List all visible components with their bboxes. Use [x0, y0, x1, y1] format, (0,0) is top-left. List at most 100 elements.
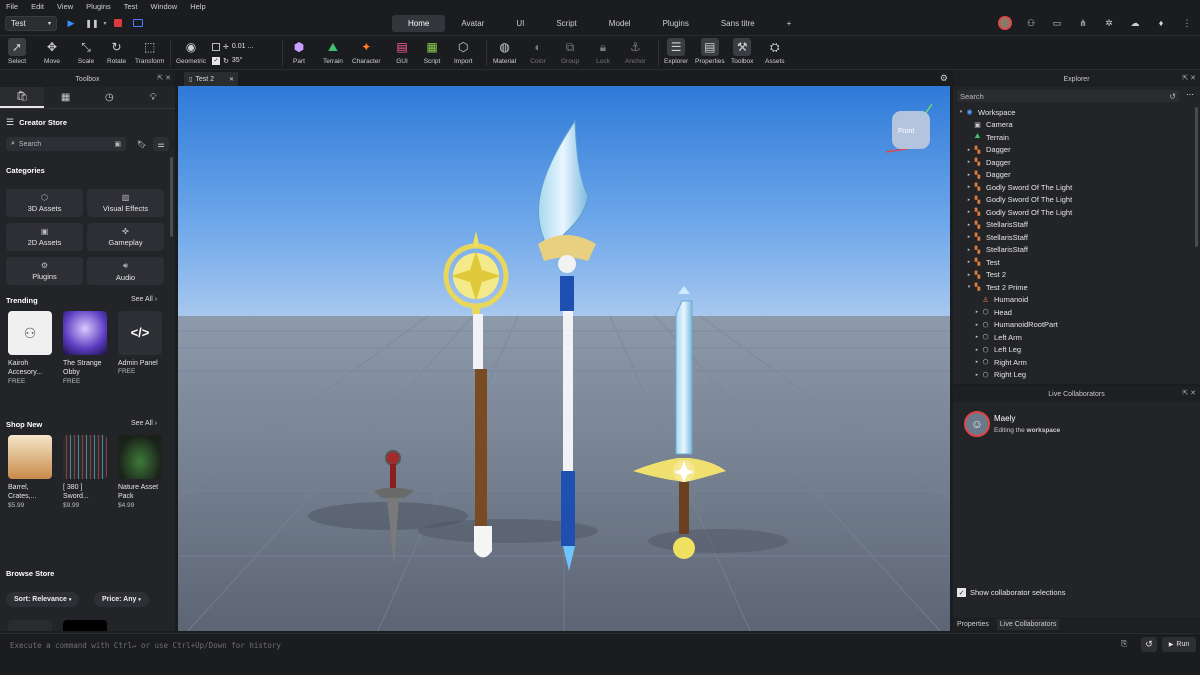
asset-card[interactable]: Barrel, Crates,... $5.99: [8, 435, 54, 511]
stop-icon[interactable]: [112, 17, 124, 29]
tab-live-collaborators[interactable]: Live Collaborators: [996, 618, 1060, 630]
chevron-right-icon[interactable]: ▸: [965, 222, 973, 228]
view-cube-front-label[interactable]: Front: [898, 128, 914, 135]
rotate-tool-button[interactable]: ↻ Rotate: [107, 38, 126, 70]
chevron-right-icon[interactable]: ▸: [973, 359, 981, 365]
tab-script[interactable]: Script: [540, 15, 592, 32]
asset-card[interactable]: </> Admin Panel FREE: [118, 311, 164, 387]
menu-window[interactable]: Window: [151, 2, 178, 11]
history-icon[interactable]: ↺: [1169, 92, 1176, 101]
explorer-item[interactable]: ▸ ⬡ Right Leg: [957, 369, 1193, 382]
explorer-item[interactable]: ▸ ⬡ Left Leg: [957, 344, 1193, 357]
chevron-right-icon[interactable]: ▸: [965, 272, 973, 278]
group-button[interactable]: ⧉ Group: [561, 38, 579, 70]
user-avatar[interactable]: [998, 16, 1012, 30]
menu-plugins[interactable]: Plugins: [86, 2, 111, 11]
chevron-right-icon[interactable]: ▸: [973, 309, 981, 315]
tab-store[interactable]: 🛍︎: [0, 87, 44, 108]
asset-card[interactable]: [ 380 ] Sword... $9.99: [63, 435, 109, 511]
explorer-item[interactable]: ▸ ▚ Test: [957, 256, 1193, 269]
gui-button[interactable]: ▤ GUI: [393, 38, 411, 70]
place-select[interactable]: Test ▾: [5, 16, 57, 31]
explorer-item[interactable]: ▸ ▚ Test 2: [957, 269, 1193, 282]
explorer-item[interactable]: ▸ ⬡ Left Arm: [957, 331, 1193, 344]
device-emulator-icon[interactable]: [132, 17, 144, 29]
run-button[interactable]: ▶ Run: [1162, 637, 1196, 652]
menu-file[interactable]: File: [6, 2, 18, 11]
tab-model[interactable]: Model: [593, 15, 647, 32]
chevron-right-icon[interactable]: ▸: [965, 147, 973, 153]
tab-inventory[interactable]: ▦: [44, 87, 88, 108]
close-icon[interactable]: ✕: [229, 76, 234, 83]
explorer-item[interactable]: ▾ ▚ Test 2 Prime: [957, 281, 1193, 294]
explorer-search-input[interactable]: Search ↺: [957, 90, 1179, 102]
explorer-item[interactable]: ▸ ▚ Godly Sword Of The Light: [957, 181, 1193, 194]
script-button[interactable]: ▦ Script: [423, 38, 441, 70]
chevron-down-icon[interactable]: ▾: [965, 284, 973, 290]
menu-test[interactable]: Test: [124, 2, 138, 11]
menu-help[interactable]: Help: [190, 2, 205, 11]
panel-close-icon[interactable]: ⇱ ✕: [1182, 389, 1196, 397]
explorer-item[interactable]: ▸ ▚ Dagger: [957, 144, 1193, 157]
explorer-item[interactable]: ▾ ◉ Workspace: [957, 106, 1193, 119]
asset-card[interactable]: ⚇ Kairoh Accesory... FREE: [8, 311, 54, 387]
collaborator-avatar[interactable]: ☺: [964, 411, 990, 437]
history-icon[interactable]: ↺: [1141, 637, 1157, 652]
category-plugins[interactable]: ⚙ Plugins: [6, 257, 83, 285]
explorer-button[interactable]: ☰ Explorer: [664, 38, 688, 70]
share-icon[interactable]: ⋔: [1076, 16, 1090, 30]
chevron-right-icon[interactable]: ▸: [973, 322, 981, 328]
tab-recent[interactable]: ◷: [88, 87, 132, 108]
more-options-icon[interactable]: ⋮: [1180, 16, 1194, 30]
explorer-item[interactable]: ▸ ▚ Dagger: [957, 169, 1193, 182]
tab-avatar[interactable]: Avatar: [445, 15, 500, 32]
bookmark-icon[interactable]: 🔖︎: [135, 137, 149, 151]
settings-gear-icon[interactable]: ⚙: [940, 73, 948, 84]
properties-button[interactable]: ▤ Properties: [695, 38, 725, 70]
more-options-icon[interactable]: ⋯: [1186, 90, 1194, 99]
chevron-right-icon[interactable]: ▸: [965, 209, 973, 215]
chevron-down-icon[interactable]: ▾: [957, 109, 965, 115]
explorer-item[interactable]: ▸ ▚ Dagger: [957, 156, 1193, 169]
lock-button[interactable]: 🔒︎ Lock: [594, 38, 612, 70]
character-button[interactable]: ✦ Character: [352, 38, 381, 70]
tab-properties[interactable]: Properties: [957, 621, 989, 628]
tab-home[interactable]: Home: [392, 15, 446, 32]
geometric-mode-button[interactable]: ◉ Geometric: [176, 38, 206, 70]
move-step-control[interactable]: ✛ 0.01 ...: [212, 41, 276, 52]
cloud-icon[interactable]: ☁: [1128, 16, 1142, 30]
add-tab-button[interactable]: +: [771, 15, 808, 32]
explorer-item[interactable]: ▸ ⬡ Head: [957, 306, 1193, 319]
explorer-scrollbar[interactable]: [1195, 107, 1198, 247]
play-options-chevron-icon[interactable]: ▾: [99, 17, 111, 29]
shop-new-see-all-link[interactable]: See All ›: [131, 420, 157, 427]
tab-test-2[interactable]: ▯ Test 2 ✕: [184, 72, 238, 86]
price-select[interactable]: Price: Any ▾: [94, 592, 149, 607]
team-create-icon[interactable]: ✲: [1102, 16, 1116, 30]
tab-ui[interactable]: UI: [500, 15, 540, 32]
part-button[interactable]: ⬢ Part: [290, 38, 308, 70]
3d-viewport[interactable]: Front: [178, 86, 950, 631]
rotate-step-control[interactable]: ✓ ↻ 35°: [212, 55, 276, 66]
asset-card[interactable]: Nature Asset Pack $4.99: [118, 435, 164, 511]
terrain-button[interactable]: ⛰ Terrain: [323, 38, 343, 70]
select-tool-button[interactable]: ➚ Select: [8, 38, 26, 70]
transform-tool-button[interactable]: ⬚ Transform: [135, 38, 164, 70]
explorer-item[interactable]: ▸ ▚ Godly Sword Of The Light: [957, 206, 1193, 219]
material-button[interactable]: ◍ Material: [493, 38, 516, 70]
chevron-right-icon[interactable]: ▸: [973, 372, 981, 378]
toolbox-search-input[interactable]: ⌕ Search ▣: [6, 137, 126, 151]
menu-view[interactable]: View: [57, 2, 73, 11]
chevron-right-icon[interactable]: ▸: [965, 234, 973, 240]
import-button[interactable]: ⬡ Import: [454, 38, 472, 70]
command-input[interactable]: Execute a command with Ctrl↵ or use Ctrl…: [4, 637, 1114, 653]
notifications-icon[interactable]: ♦: [1154, 16, 1168, 30]
explorer-item[interactable]: ♙ Humanoid: [957, 294, 1193, 307]
chevron-right-icon[interactable]: ▸: [965, 159, 973, 165]
trending-see-all-link[interactable]: See All ›: [131, 296, 157, 303]
manage-collaborators-icon[interactable]: ⚇: [1024, 16, 1038, 30]
chevron-right-icon[interactable]: ▸: [973, 347, 981, 353]
category-2d-assets[interactable]: ▣ 2D Assets: [6, 223, 83, 251]
explorer-item[interactable]: ▸ ⬡ Right Arm: [957, 356, 1193, 369]
asset-card[interactable]: The Strange Obby FREE: [63, 311, 109, 387]
